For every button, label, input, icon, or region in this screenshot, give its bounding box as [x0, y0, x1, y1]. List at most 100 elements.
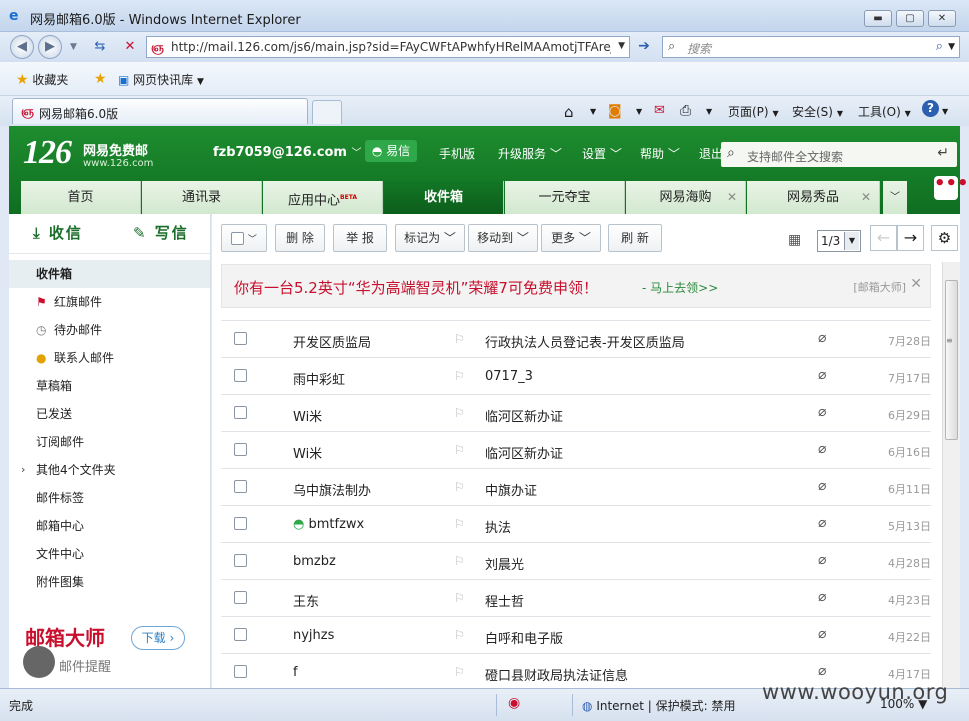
ad-link[interactable]: - 马上去领>> [642, 279, 718, 296]
receive-button[interactable]: ⤓ 收信 [33, 222, 83, 243]
row-checkbox[interactable] [234, 517, 247, 530]
mail-subject[interactable]: 中旗办证 [485, 480, 537, 499]
print-icon[interactable]: ⎙ [680, 103, 691, 119]
help-menu[interactable]: 帮助 ﹀ [640, 145, 680, 162]
url-dropdown-icon[interactable]: ▼ [618, 41, 625, 51]
quicklinks-button[interactable]: ▣ 网页快讯库 ▼ [118, 71, 204, 88]
compat-view-icon[interactable]: ⇆ [90, 38, 110, 56]
flag-icon[interactable]: ⚐ [454, 517, 465, 531]
sidebar-item-other-folders[interactable]: › 其他4个文件夹 [9, 456, 210, 484]
chevron-down-icon[interactable]: ▼ [590, 107, 596, 116]
download-button[interactable]: 下载 › [131, 626, 185, 650]
select-all-checkbox[interactable]: ﹀ [221, 224, 267, 252]
report-button[interactable]: 举 报 [333, 224, 387, 252]
sidebar-item-mail-center[interactable]: 邮箱中心 [9, 512, 210, 540]
settings-menu[interactable]: 设置 ﹀ [582, 145, 622, 162]
calendar-icon[interactable]: ▦ [788, 232, 801, 248]
chevron-down-icon[interactable]: ▼ [706, 107, 712, 116]
row-checkbox[interactable] [234, 332, 247, 345]
mail-logo[interactable]: 126 [23, 134, 72, 172]
page-menu[interactable]: 页面(P) ▼ [728, 103, 779, 120]
sidebar-item-subscriptions[interactable]: 订阅邮件 [9, 428, 210, 456]
flag-icon[interactable]: ⚐ [454, 480, 465, 494]
close-window-button[interactable]: ✕ [928, 10, 956, 27]
table-row[interactable]: Wi米 ⚐ 临河区新办证 ⌀ 6月29日 [221, 394, 931, 431]
table-row[interactable]: bmzbz ⚐ 刘晨光 ⌀ 4月28日 [221, 542, 931, 579]
close-tab-icon[interactable]: ✕ [861, 181, 871, 214]
compose-button[interactable]: ✎ 写信 [133, 222, 189, 243]
flag-icon[interactable]: ⚐ [454, 332, 465, 346]
more-tabs-chevron-icon[interactable]: ﹀ [883, 181, 907, 214]
minimize-button[interactable]: ▬ [864, 10, 892, 27]
close-icon[interactable]: ✕ [910, 276, 922, 292]
table-row[interactable]: 开发区质监局 ⚐ 行政执法人员登记表-开发区质监局 ⌀ 7月28日 [221, 320, 931, 357]
mail-subject[interactable]: 刘晨光 [485, 554, 524, 573]
row-checkbox[interactable] [234, 554, 247, 567]
table-row[interactable]: nyjhzs ⚐ 白呼和电子版 ⌀ 4月22日 [221, 616, 931, 653]
account-menu[interactable]: fzb7059@126.com ﹀ [213, 144, 362, 160]
more-dropdown[interactable]: 更多 ﹀ [541, 224, 601, 252]
flag-icon[interactable]: ⚐ [454, 554, 465, 568]
new-tab-button[interactable] [312, 100, 342, 124]
sidebar-item-contact-mail[interactable]: ● 联系人邮件 [9, 344, 210, 372]
history-dropdown-icon[interactable]: ▼ [70, 42, 77, 52]
table-row[interactable]: 雨中彩虹 ⚐ 0717_3 ⌀ 7月17日 [221, 357, 931, 394]
scrollbar[interactable]: ≡ [942, 262, 960, 688]
tab-one-yuan[interactable]: 一元夺宝 [505, 181, 625, 214]
favorites-button[interactable]: ★ 收藏夹 [16, 71, 68, 88]
sidebar-item-attachments[interactable]: 附件图集 [9, 568, 210, 596]
logout-link[interactable]: 退出 [699, 145, 723, 162]
home-icon[interactable]: ⌂ [564, 103, 574, 121]
sidebar-item-todo[interactable]: ◷ 待办邮件 [9, 316, 210, 344]
row-checkbox[interactable] [234, 591, 247, 604]
enter-icon[interactable]: ↵ [937, 145, 949, 161]
sidebar-item-red-flag[interactable]: ⚑ 红旗邮件 [9, 288, 210, 316]
search-icon[interactable]: ⌕ [936, 39, 943, 54]
row-checkbox[interactable] [234, 480, 247, 493]
yixin-button[interactable]: ◓ 易信 [365, 140, 417, 162]
feeds-icon[interactable]: ◙ [608, 103, 622, 119]
row-checkbox[interactable] [234, 443, 247, 456]
close-tab-icon[interactable]: ✕ [727, 181, 737, 214]
chevron-down-icon[interactable]: ▼ [636, 107, 642, 116]
next-page-button[interactable]: → [897, 225, 924, 251]
row-checkbox[interactable] [234, 406, 247, 419]
tab-haigou[interactable]: 网易海购 ✕ [626, 181, 746, 214]
sidebar-item-sent[interactable]: 已发送 [9, 400, 210, 428]
search-box[interactable]: ⌕ 搜索 ⌕ ▼ [662, 36, 960, 58]
row-checkbox[interactable] [234, 369, 247, 382]
tools-menu[interactable]: 工具(O) ▼ [858, 103, 911, 120]
mail-icon[interactable]: ✉ [654, 103, 665, 118]
app-dots-icon[interactable]: ••• [934, 175, 969, 200]
table-row[interactable]: ◓ bmtfzwx ⚐ 执法 ⌀ 5月13日 [221, 505, 931, 542]
ad-banner[interactable]: 你有一台5.2英寸“华为高端智灵机”荣耀7可免费申领！ - 马上去领>> [邮箱… [221, 264, 931, 308]
flag-icon[interactable]: ⚐ [454, 369, 465, 383]
tab-contacts[interactable]: 通讯录 [142, 181, 262, 214]
refresh-button[interactable]: 刷 新 [608, 224, 662, 252]
table-row[interactable]: Wi米 ⚐ 临河区新办证 ⌀ 6月16日 [221, 431, 931, 468]
flag-icon[interactable]: ⚐ [454, 591, 465, 605]
mail-subject[interactable]: 行政执法人员登记表-开发区质监局 [485, 332, 685, 351]
flag-icon[interactable]: ⚐ [454, 443, 465, 457]
tab-app-center[interactable]: 应用中心BETA [263, 181, 383, 214]
mail-subject[interactable]: 磴口县财政局执法证信息 [485, 665, 628, 684]
flag-icon[interactable]: ⚐ [454, 628, 465, 642]
privacy-icon[interactable]: ◉ [508, 695, 520, 711]
forward-button[interactable]: ▶ [38, 35, 62, 59]
sidebar-item-drafts[interactable]: 草稿箱 [9, 372, 210, 400]
sidebar-item-inbox[interactable]: 收件箱 [9, 260, 210, 288]
help-icon[interactable]: ? [922, 100, 939, 117]
mail-subject[interactable]: 临河区新办证 [485, 406, 563, 425]
security-zone[interactable]: ◍ Internet | 保护模式: 禁用 [582, 697, 736, 714]
mobile-link[interactable]: 手机版 [439, 145, 475, 162]
mail-subject[interactable]: 执法 [485, 517, 511, 536]
mail-subject[interactable]: 白呼和电子版 [485, 628, 563, 647]
upgrade-menu[interactable]: 升级服务 ﹀ [498, 145, 562, 162]
mail-subject[interactable]: 程士哲 [485, 591, 524, 610]
flag-icon[interactable]: ⚐ [454, 665, 465, 679]
search-dropdown-icon[interactable]: ▼ [948, 42, 955, 52]
maximize-button[interactable]: ▢ [896, 10, 924, 27]
browser-tab-active[interactable]: ஞ 网易邮箱6.0版 [12, 98, 308, 124]
safety-menu[interactable]: 安全(S) ▼ [792, 103, 843, 120]
mail-subject[interactable]: 0717_3 [485, 369, 533, 384]
